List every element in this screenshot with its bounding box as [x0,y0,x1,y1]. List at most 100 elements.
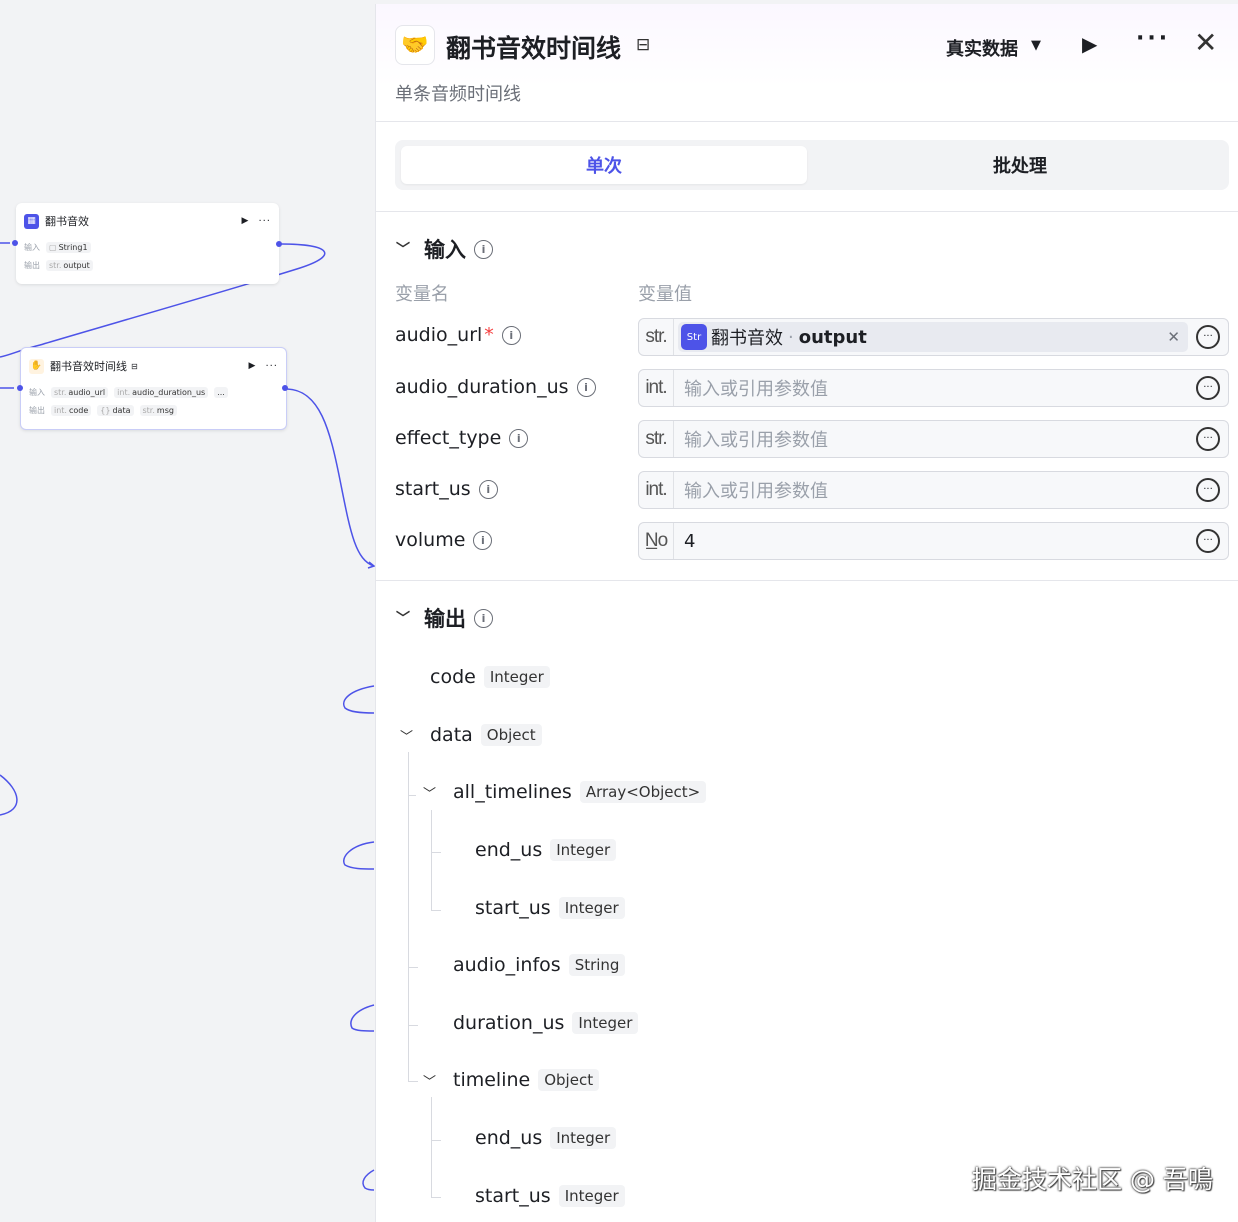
node-fanshu-yinxiao[interactable]: ▦ 翻书音效 ▶ ··· 输入 ▢ String1 输出 str. output [16,203,279,284]
info-icon[interactable]: i [576,377,596,397]
chevron-down-icon[interactable]: ﹀ [423,783,436,802]
placeholder-text: 输入或引用参数值 [684,481,828,502]
info-icon[interactable]: i [478,479,498,499]
variable-settings-icon[interactable]: ··· [1196,478,1220,502]
tab-batch[interactable]: 批处理 [817,146,1223,184]
output-item-timeline[interactable]: ﹀ timeline Object [423,1069,600,1091]
output-section-header[interactable]: ﹀ 输出 i [396,603,493,633]
output-item-start-us: start_us Integer [475,897,625,919]
type-tag: str. [639,421,674,457]
type-tag: int. [639,472,674,508]
tree-line [408,1081,418,1082]
info-icon[interactable]: i [474,608,493,628]
plugin-icon: Str [681,324,707,350]
node1-in-port[interactable] [12,240,18,246]
placeholder-text: 输入或引用参数值 [684,430,828,451]
edit-icon: ⊟ [131,361,138,371]
type-badge: Object [538,1069,600,1091]
run-icon[interactable]: ▶ [249,361,256,371]
var-name-effect-type: effect_type i [395,427,529,449]
type-badge: Object [480,724,542,746]
more-icon[interactable]: ··· [258,216,271,227]
object-icon: {} [100,405,111,415]
edge-node2-out [286,388,375,567]
node-fanshu-timeline[interactable]: ✋ 翻书音效时间线 ⊟ ▶ ··· 输入 str. audio_url int. a… [20,347,287,430]
tree-line [431,1197,441,1198]
chevron-down-icon[interactable]: ﹀ [396,608,410,628]
col-header-name: 变量名 [395,284,449,305]
variable-settings-icon[interactable]: ··· [1196,529,1220,553]
input-label: 输入 [29,387,45,397]
input-chip: ▢ String1 [46,241,91,253]
effect-type-field[interactable]: str. 输入或引用参数值 ··· [638,420,1229,458]
run-icon[interactable]: ▶ [1082,32,1097,56]
output-item-data[interactable]: ﹀ data Object [400,724,542,746]
info-icon[interactable]: i [474,239,493,259]
variable-settings-icon[interactable]: ··· [1196,325,1220,349]
output-item-end-us: end_us Integer [475,839,617,861]
output-item-all-timelines[interactable]: ﹀ all_timelines Array<Object> [423,781,707,803]
tree-line [431,1097,432,1197]
input-section-header[interactable]: ﹀ 输入 i [396,234,493,264]
output-chip: int. code [51,404,92,416]
panel-title[interactable]: 翻书音效时间线 [446,29,621,65]
panel-header: 🤝 翻书音效时间线 ⊟ 真实数据 ▼ ▶ ··· ✕ 单条音频时间线 [376,4,1238,122]
data-mode-select[interactable]: 真实数据 [946,35,1018,61]
var-name-audio-duration: audio_duration_us i [395,376,596,398]
info-icon[interactable]: i [473,530,493,550]
output-label: 输出 [24,260,40,270]
workflow-canvas[interactable]: ▦ 翻书音效 ▶ ··· 输入 ▢ String1 输出 str. output ✋… [0,0,375,1222]
output-label: 输出 [29,405,45,415]
col-header-value: 变量值 [638,284,692,305]
clear-icon[interactable]: ✕ [1167,328,1180,346]
edit-icon[interactable]: ⊟ [636,35,650,55]
tree-line [431,910,441,911]
type-badge: String [568,954,626,976]
output-item-start-us: start_us Integer [475,1185,625,1207]
output-chip: {} data [97,404,134,416]
panel-subtitle: 单条音频时间线 [395,84,521,105]
tree-line [431,1140,441,1141]
plugin-icon: ▦ [24,213,39,229]
node-title: 翻书音效时间线 [50,360,127,373]
output-chip: str. msg [139,404,177,416]
divider [376,211,1238,212]
node-detail-panel: 🤝 翻书音效时间线 ⊟ 真实数据 ▼ ▶ ··· ✕ 单条音频时间线 单次 批处… [375,4,1238,1222]
more-icon[interactable]: ··· [1136,26,1170,51]
canvas-edges [0,242,375,1191]
close-icon[interactable]: ✕ [1194,26,1217,59]
node1-out-port[interactable] [276,241,282,247]
audio-duration-field[interactable]: int. 输入或引用参数值 ··· [638,369,1229,407]
variable-settings-icon[interactable]: ··· [1196,376,1220,400]
tree-line [431,852,441,853]
edge-fragment-1 [343,685,375,714]
node2-in-port[interactable] [17,385,23,391]
var-name-start-us: start_us i [395,478,498,500]
placeholder-text: 输入或引用参数值 [684,379,828,400]
run-icon[interactable]: ▶ [242,216,249,226]
audio-url-field[interactable]: str. Str 翻书音效 · output ✕ ··· [638,318,1229,356]
tree-line [408,1025,418,1026]
type-badge: Integer [558,897,625,919]
volume-field[interactable]: N̲o 4 ··· [638,522,1229,560]
tab-single[interactable]: 单次 [401,146,807,184]
caret-down-icon[interactable]: ▼ [1031,38,1041,53]
edge-fragment-5 [362,1169,375,1191]
more-icon[interactable]: ··· [265,361,278,372]
chevron-down-icon[interactable]: ﹀ [400,726,413,745]
info-icon[interactable]: i [509,428,529,448]
chevron-down-icon[interactable]: ﹀ [423,1071,436,1090]
node2-out-port[interactable] [282,385,288,391]
input-chip: int. audio_duration_us [114,386,209,398]
chevron-down-icon[interactable]: ﹀ [396,239,410,259]
tree-line [408,967,418,968]
type-badge: Array<Object> [579,781,707,803]
volume-value[interactable]: 4 [684,531,1196,552]
output-item-duration-us: duration_us Integer [453,1012,639,1034]
start-us-field[interactable]: int. 输入或引用参数值 ··· [638,471,1229,509]
type-badge: Integer [483,666,550,688]
variable-settings-icon[interactable]: ··· [1196,427,1220,451]
reference-chip[interactable]: Str 翻书音效 · output ✕ [678,322,1188,352]
doc-icon: ▢ [49,242,57,252]
info-icon[interactable]: i [501,325,521,345]
